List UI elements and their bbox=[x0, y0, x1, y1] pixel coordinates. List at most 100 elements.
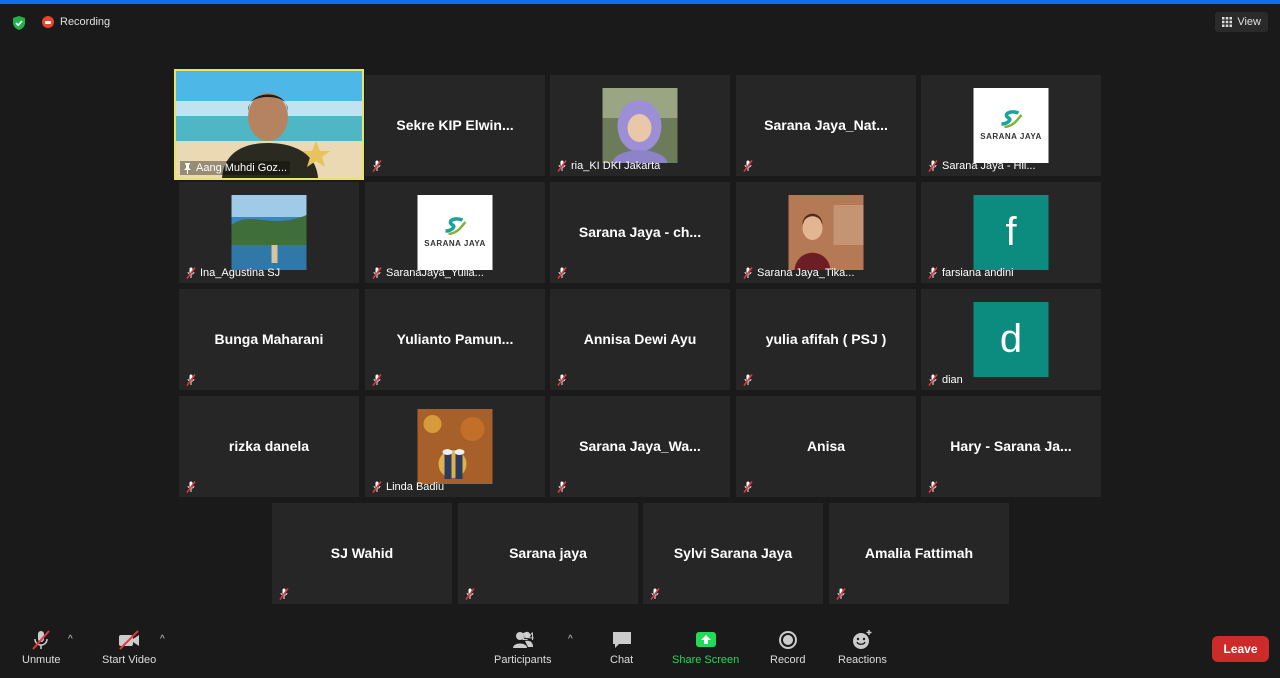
record-icon bbox=[778, 631, 797, 649]
participant-tile[interactable]: Sarana Jaya - ch... bbox=[550, 182, 730, 283]
participants-options-caret-icon[interactable]: ^ bbox=[568, 634, 573, 645]
participant-tile[interactable]: Sarana Jaya_Tika... bbox=[736, 182, 916, 283]
coast-photo bbox=[231, 195, 307, 270]
muted-mic-icon bbox=[372, 160, 382, 172]
muted-mic-icon bbox=[928, 267, 938, 279]
participant-label: Ina_Agustina SJ bbox=[183, 266, 283, 280]
participant-tile[interactable]: f farsiana andini bbox=[921, 182, 1101, 283]
participant-label bbox=[462, 587, 478, 601]
participant-label: Sarana Jaya - Hil... bbox=[925, 159, 1039, 173]
participant-label bbox=[833, 587, 849, 601]
participant-tile[interactable]: SARANA JAYA SaranaJaya_Yulia... bbox=[365, 182, 545, 283]
muted-mic-icon bbox=[557, 481, 567, 493]
participant-tile[interactable]: rizka danela bbox=[179, 396, 359, 497]
muted-mic-icon bbox=[465, 588, 475, 600]
participant-name-display: rizka danela bbox=[228, 438, 310, 454]
sarana-jaya-logo-avatar: SARANA JAYA bbox=[973, 88, 1049, 163]
participant-tile[interactable]: Yulianto Pamun... bbox=[365, 289, 545, 390]
leave-button[interactable]: Leave bbox=[1212, 636, 1269, 662]
chat-button[interactable]: Chat bbox=[610, 630, 633, 666]
participant-tile[interactable]: Sekre KIP Elwin... bbox=[365, 75, 545, 176]
window-top-accent bbox=[0, 0, 1280, 4]
autumn-leaves-photo bbox=[417, 409, 493, 484]
participant-tile[interactable]: Linda Badiu bbox=[365, 396, 545, 497]
participant-name: SaranaJaya_Yulia... bbox=[386, 267, 484, 279]
muted-mic-icon bbox=[557, 160, 567, 172]
participant-label bbox=[369, 159, 385, 173]
participant-label bbox=[183, 373, 199, 387]
participant-tile[interactable]: Sarana Jaya_Nat... bbox=[736, 75, 916, 176]
participant-label bbox=[740, 480, 756, 494]
participant-tile[interactable]: Bunga Maharani bbox=[179, 289, 359, 390]
encryption-shield-icon[interactable] bbox=[12, 16, 26, 30]
chat-bubble-icon bbox=[612, 632, 631, 648]
start-video-label: Start Video bbox=[102, 654, 157, 666]
participant-name-display: Sarana Jaya_Wa... bbox=[579, 438, 701, 454]
participant-name-display: Sylvi Sarana Jaya bbox=[673, 545, 793, 561]
participant-label: farsiana andini bbox=[925, 266, 1017, 280]
participant-label bbox=[276, 587, 292, 601]
participant-name-display: Sekre KIP Elwin... bbox=[396, 117, 514, 133]
reactions-button[interactable]: Reactions bbox=[838, 630, 887, 666]
participant-tile[interactable]: Annisa Dewi Ayu bbox=[550, 289, 730, 390]
participant-tile[interactable]: yulia afifah ( PSJ ) bbox=[736, 289, 916, 390]
record-label: Record bbox=[770, 654, 806, 666]
participant-tile[interactable]: Anisa bbox=[736, 396, 916, 497]
muted-mic-icon bbox=[928, 160, 938, 172]
video-options-caret-icon[interactable]: ^ bbox=[160, 634, 165, 645]
recording-indicator[interactable]: Recording bbox=[42, 16, 110, 28]
participant-label bbox=[740, 373, 756, 387]
participant-name-display: yulia afifah ( PSJ ) bbox=[765, 331, 887, 347]
participant-tile[interactable]: Amalia Fattimah bbox=[829, 503, 1009, 604]
participant-tile[interactable]: SJ Wahid bbox=[272, 503, 452, 604]
participants-button[interactable]: 24 Participants bbox=[494, 630, 551, 666]
participant-name-display: Sarana Jaya_Nat... bbox=[764, 117, 888, 133]
recording-dot-icon bbox=[42, 16, 54, 28]
meeting-toolbar: Unmute ^ Start Video ^ 24 Participants ^… bbox=[0, 622, 1280, 678]
unmute-label: Unmute bbox=[22, 654, 61, 666]
muted-mic-icon bbox=[557, 267, 567, 279]
record-button[interactable]: Record bbox=[770, 630, 805, 666]
sarana-jaya-logo-mark-icon bbox=[1000, 110, 1022, 128]
participant-label bbox=[740, 159, 756, 173]
muted-mic-icon bbox=[743, 267, 753, 279]
participant-name-display: Sarana jaya bbox=[509, 545, 587, 561]
participant-tile[interactable]: Sarana Jaya_Wa... bbox=[550, 396, 730, 497]
muted-mic-icon bbox=[928, 374, 938, 386]
participant-name: Linda Badiu bbox=[386, 481, 445, 493]
participant-label: dian bbox=[925, 373, 966, 387]
participant-label bbox=[647, 587, 663, 601]
participant-label bbox=[369, 373, 385, 387]
participant-tile[interactable]: ria_KI DKI Jakarta bbox=[550, 75, 730, 176]
participant-tile[interactable]: Sylvi Sarana Jaya bbox=[643, 503, 823, 604]
participant-name: Sarana Jaya - Hil... bbox=[942, 160, 1036, 172]
participant-label bbox=[554, 373, 570, 387]
participant-tile[interactable]: Hary - Sarana Ja... bbox=[921, 396, 1101, 497]
participant-label: SaranaJaya_Yulia... bbox=[369, 266, 487, 280]
share-screen-arrow-icon bbox=[695, 632, 716, 647]
participant-tile[interactable]: d dian bbox=[921, 289, 1101, 390]
recording-label: Recording bbox=[60, 16, 111, 28]
audio-options-caret-icon[interactable]: ^ bbox=[68, 634, 73, 645]
sarana-jaya-logo-mark-icon bbox=[444, 217, 466, 235]
participant-name-display: Amalia Fattimah bbox=[864, 545, 974, 561]
start-video-button[interactable]: Start Video bbox=[102, 630, 156, 666]
unmute-button[interactable]: Unmute bbox=[22, 630, 61, 666]
participant-label bbox=[183, 480, 199, 494]
muted-mic-icon bbox=[372, 374, 382, 386]
muted-mic-icon bbox=[928, 481, 938, 493]
chat-label: Chat bbox=[610, 654, 634, 666]
sarana-jaya-logo-avatar: SARANA JAYA bbox=[417, 195, 493, 270]
view-button[interactable]: View bbox=[1215, 12, 1268, 32]
participant-tile[interactable]: Ina_Agustina SJ bbox=[179, 182, 359, 283]
letter-avatar: f bbox=[973, 195, 1049, 270]
participant-label bbox=[554, 480, 570, 494]
participants-label: Participants bbox=[494, 654, 552, 666]
share-screen-button[interactable]: Share Screen bbox=[672, 630, 739, 666]
participant-tile[interactable]: Aang Muhdi Goz... bbox=[174, 69, 364, 180]
logo-text: SARANA JAYA bbox=[424, 239, 486, 248]
participant-name-display: Annisa Dewi Ayu bbox=[583, 331, 697, 347]
participant-tile[interactable]: SARANA JAYA Sarana Jaya - Hil... bbox=[921, 75, 1101, 176]
video-off-camera-icon bbox=[119, 630, 140, 650]
participant-tile[interactable]: Sarana jaya bbox=[458, 503, 638, 604]
